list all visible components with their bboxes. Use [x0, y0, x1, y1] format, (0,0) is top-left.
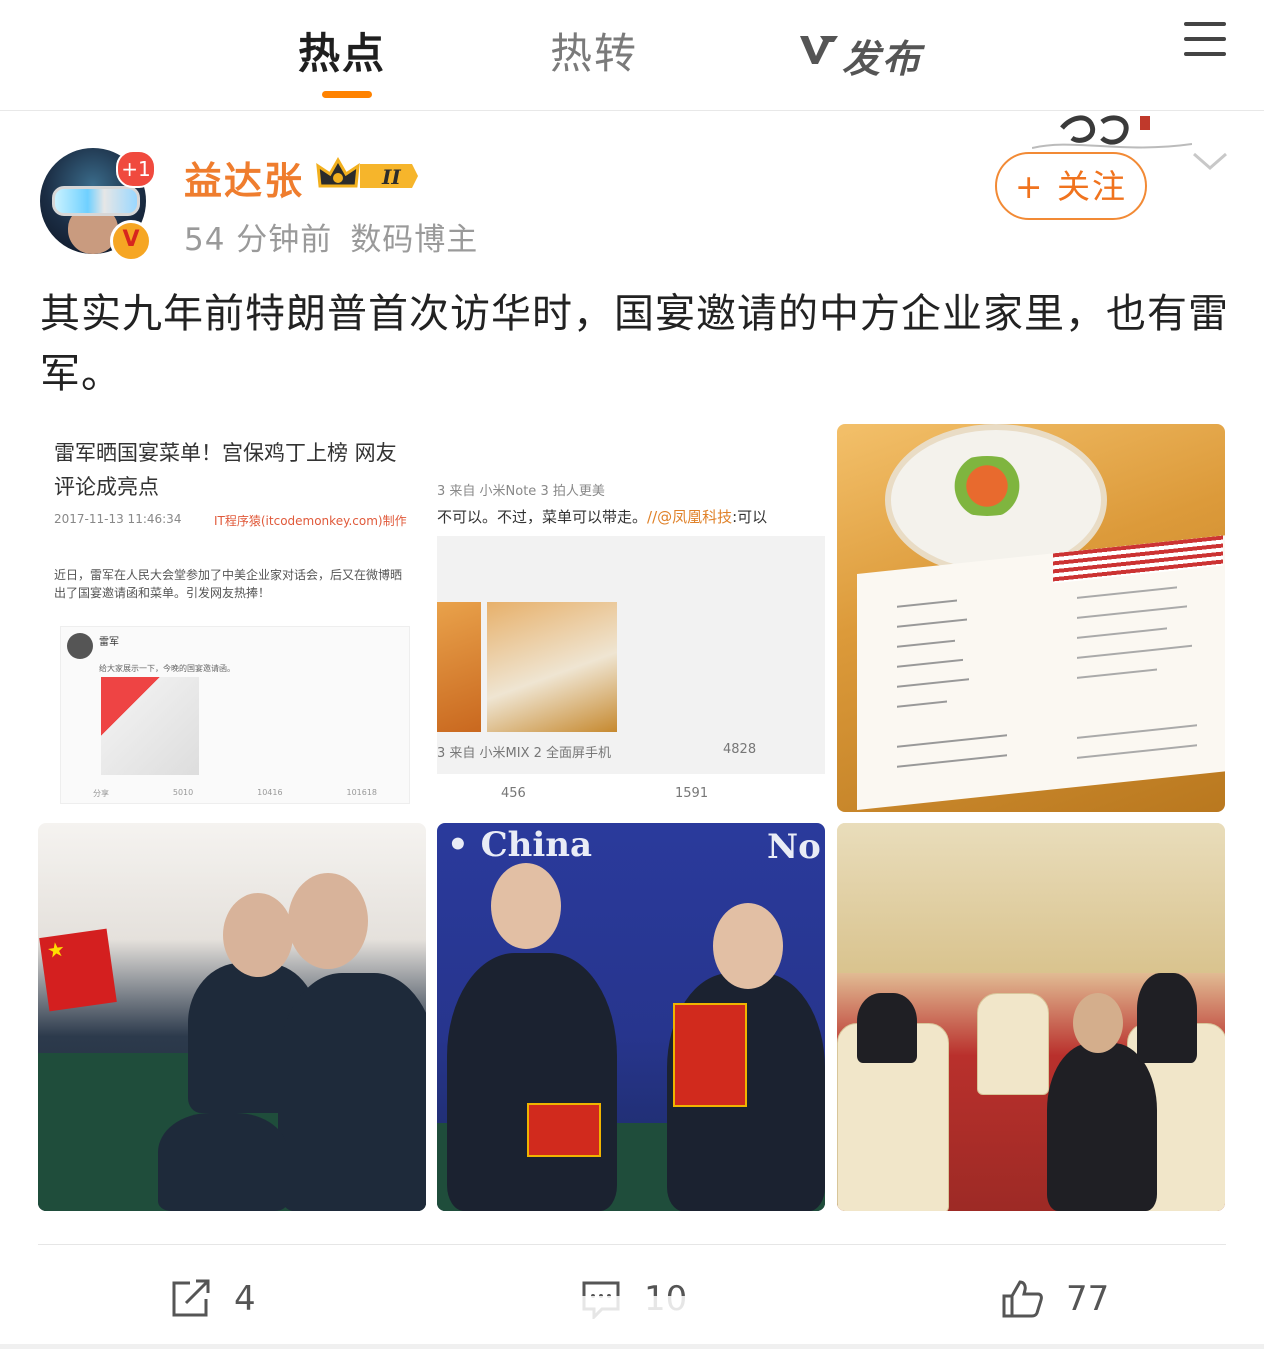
username[interactable]: 益达张 — [184, 150, 304, 205]
screenshot-source-line: 3 来自 小米Note 3 拍人更美 — [437, 484, 605, 499]
backdrop-sign-left: • China — [447, 825, 593, 865]
backdrop-sign-right: No — [767, 827, 821, 867]
v-logo-icon — [800, 36, 838, 64]
tab-trending-repost[interactable]: 热转 — [550, 20, 638, 81]
member-level: II — [381, 165, 401, 189]
tab-hot[interactable]: 热点 — [298, 20, 386, 81]
repost-button[interactable]: 4 — [170, 1272, 256, 1326]
member-crown-icon: II — [316, 156, 418, 189]
bottom-overlay — [470, 1296, 790, 1336]
like-count: 77 — [1066, 1279, 1110, 1319]
post-time: 54 分钟前 — [184, 222, 333, 258]
china-flag-icon — [39, 928, 117, 1012]
embed-text: 给大家展示一下，今晚的国宴邀请函。 — [99, 664, 235, 673]
repost-icon — [172, 1279, 210, 1317]
article-headline: 雷军晒国宴菜单！宫保鸡丁上榜 网友评论成亮点 — [54, 441, 397, 499]
article-date: 2017-11-13 11:46:34 — [54, 512, 182, 526]
like-button[interactable]: 77 — [1000, 1272, 1109, 1326]
post-image-1[interactable]: 雷军晒国宴菜单！宫保鸡丁上榜 网友评论成亮点 2017-11-13 11:46:… — [38, 424, 426, 812]
screenshot-source-line-2: 3 来自 小米MIX 2 全面屏手机 — [437, 746, 612, 761]
repost-count: 4 — [234, 1279, 256, 1319]
embed-username: 雷军 — [99, 637, 119, 648]
follow-button[interactable]: + 关注 — [995, 152, 1147, 220]
screenshot-count: 4828 — [723, 742, 757, 757]
avatar-notification-badge: +1 — [116, 150, 156, 188]
top-nav: 热点 热转 发布 — [0, 0, 1264, 111]
post-body-text: 其实九年前特朗普首次访华时，国宴邀请的中方企业家里，也有雷军。 — [40, 291, 1229, 397]
verified-badge-icon: V — [110, 220, 152, 262]
screenshot-comment-count: 1591 — [675, 786, 709, 801]
embedded-weibo-post: 雷军 给大家展示一下，今晚的国宴邀请函。 分享 5010 10416 10161… — [60, 626, 410, 804]
post-image-5[interactable]: • China No — [437, 823, 825, 1211]
bottom-separator — [0, 1344, 1264, 1349]
post-image-3[interactable] — [837, 424, 1225, 812]
screenshot-repost-count: 456 — [501, 786, 526, 801]
active-tab-indicator — [322, 91, 372, 98]
post-category: 数码博主 — [350, 222, 479, 258]
post-meta: 54 分钟前 数码博主 — [184, 214, 478, 259]
tab-publish[interactable]: 发布 — [842, 28, 922, 83]
post-image-4[interactable] — [38, 823, 426, 1211]
thumbs-up-icon — [1002, 1280, 1043, 1318]
article-source: IT程序猿(itcodemonkey.com)制作 — [214, 514, 407, 528]
menu-icon[interactable] — [1184, 22, 1226, 56]
action-bar-divider — [38, 1244, 1226, 1245]
chevron-down-icon[interactable] — [1190, 146, 1230, 176]
article-body: 近日，雷军在人民大会堂参加了中美企业家对话会，后又在微博晒出了国宴邀请函和菜单。… — [54, 568, 403, 600]
post-image-6[interactable] — [837, 823, 1225, 1211]
screenshot-comment-line: 不可以。不过，菜单可以带走。//@凤凰科技:可以 — [437, 508, 768, 526]
post-image-2[interactable]: 3 来自 小米Note 3 拍人更美 不可以。不过，菜单可以带走。//@凤凰科技… — [437, 424, 825, 812]
